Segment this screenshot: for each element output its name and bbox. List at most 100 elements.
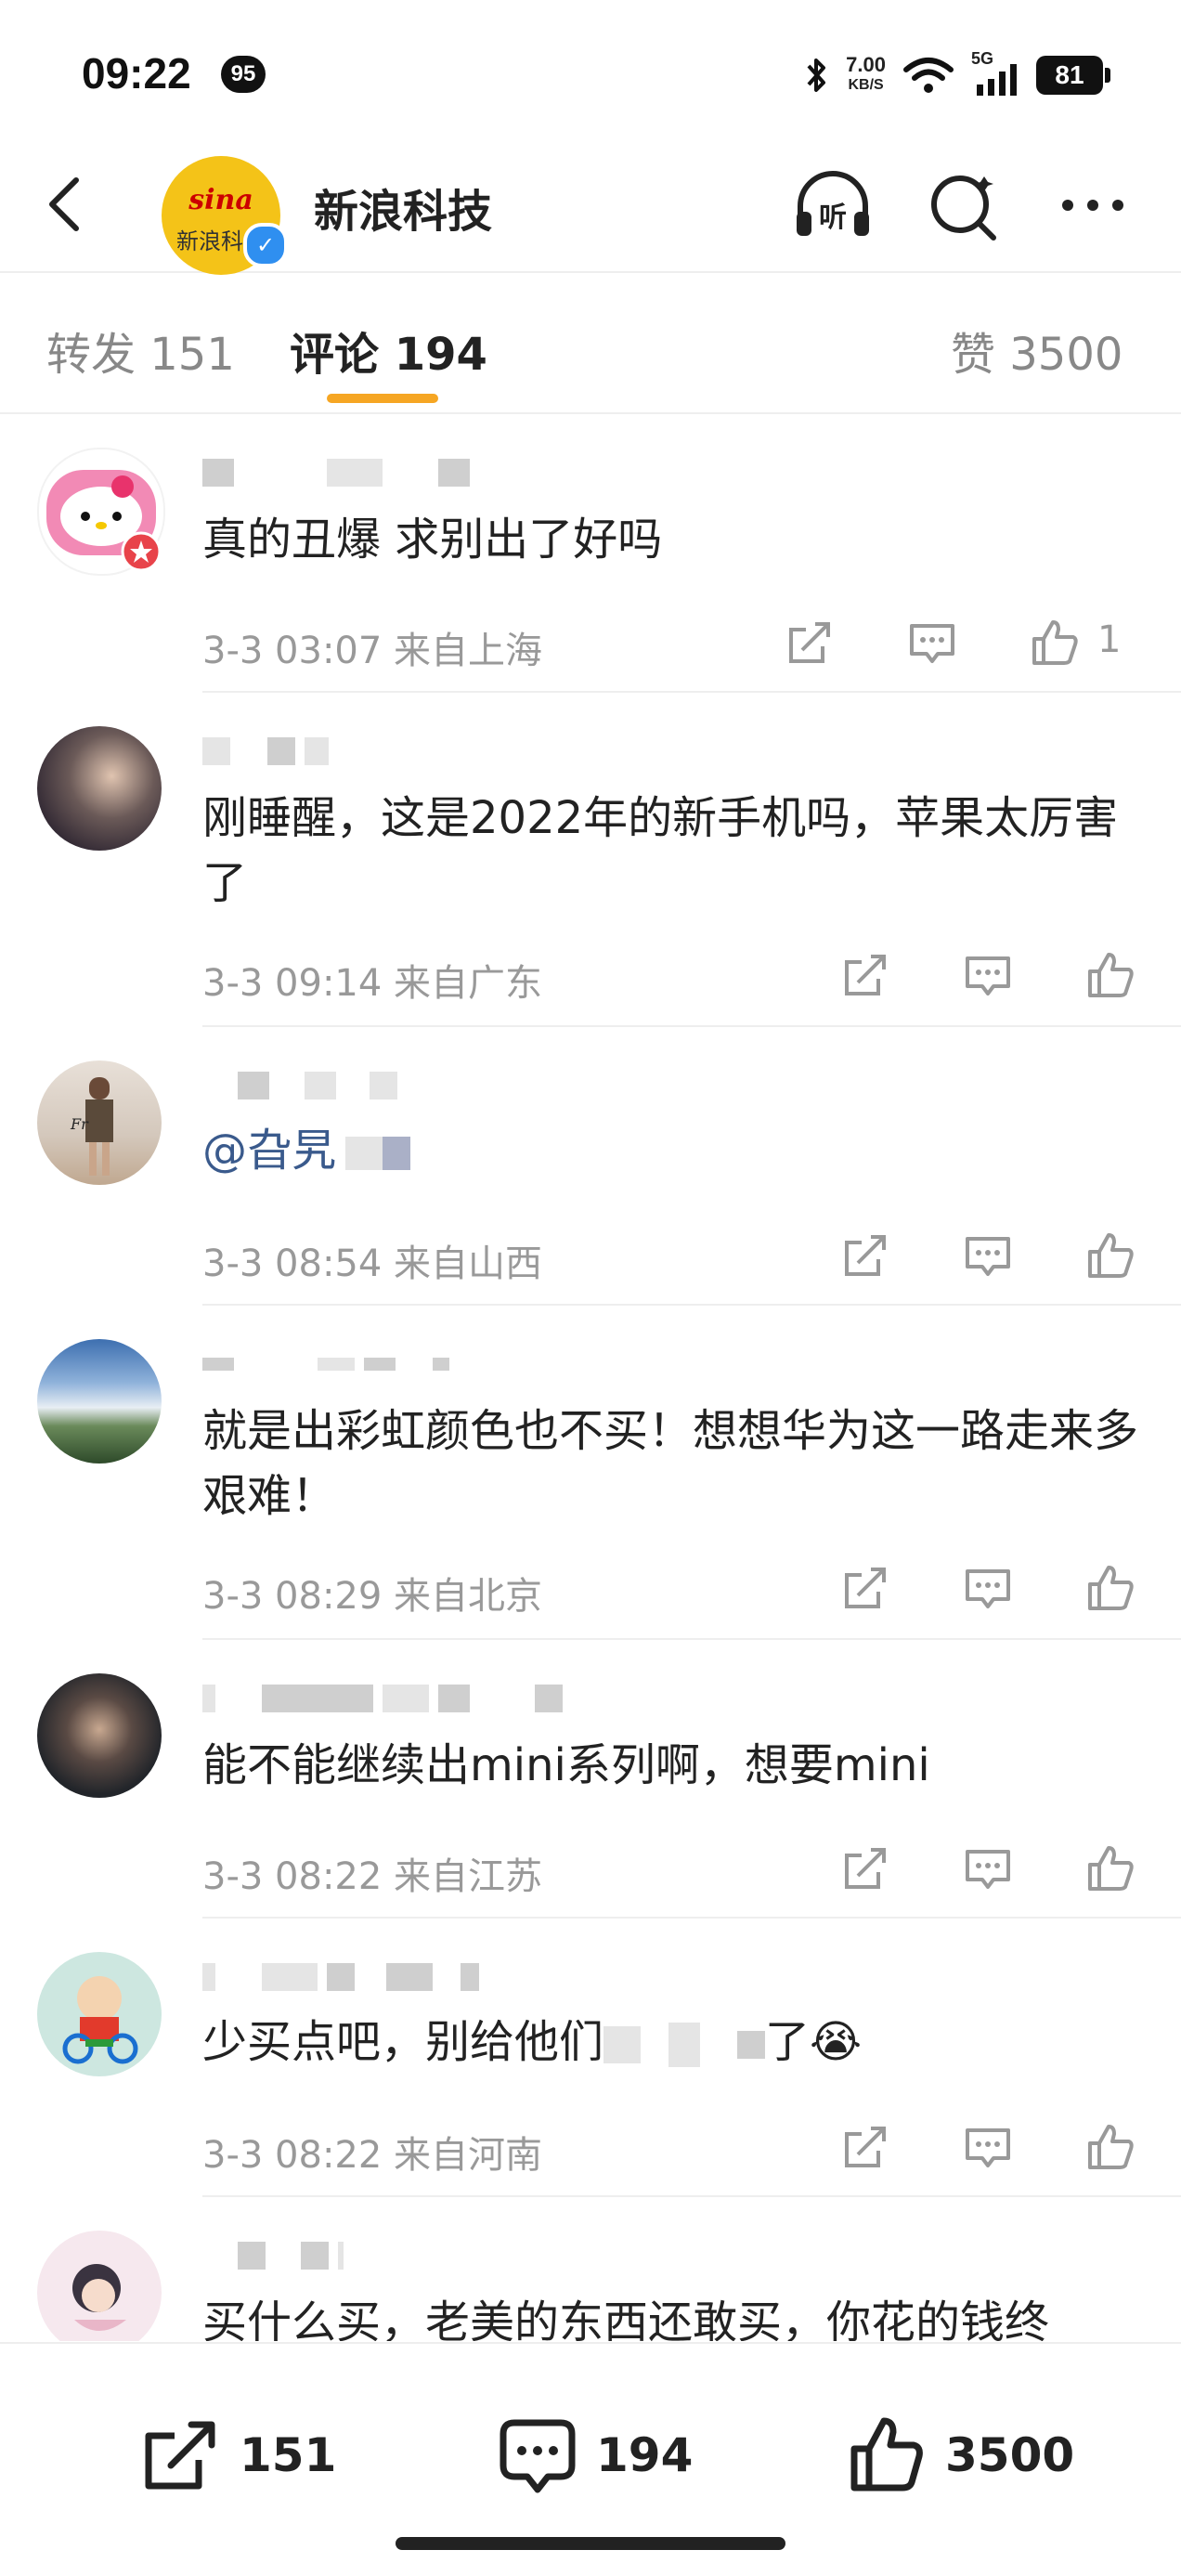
comment-text-end: 了😭 [765, 2016, 863, 2068]
comment-actions: 1 [782, 615, 1144, 670]
comment-count: 194 [596, 2428, 694, 2482]
reply-icon[interactable] [960, 1841, 1016, 1896]
network-speed-unit: KB/S [848, 77, 884, 93]
home-indicator[interactable] [396, 2537, 785, 2550]
like-icon[interactable] [1083, 947, 1138, 1003]
more-options-icon[interactable] [1051, 163, 1135, 247]
comment-item: 少买点吧，别给他们 了😭 3-3 08:22 来自河南 [0, 1919, 1181, 2197]
comment-list[interactable]: 真的丑爆 求别出了好吗 3-3 03:07 来自上海 1 刚睡醒，这是2022年… [0, 414, 1181, 2341]
comment-text: 刚睡醒，这是2022年的新手机吗，苹果太厉害了 [202, 792, 1119, 909]
comment-time: 3-3 08:54 [202, 1242, 383, 1285]
share-icon[interactable] [837, 2119, 893, 2175]
battery-indicator: 81 [1036, 56, 1110, 95]
reply-icon[interactable] [960, 2119, 1016, 2175]
comment-location: 来自江苏 [394, 1855, 543, 1898]
comment-location: 来自上海 [394, 630, 543, 672]
tab-bar: 转发 151 评论 194 赞 3500 [0, 273, 1181, 414]
tab-comments[interactable]: 评论 194 [290, 318, 487, 383]
comment-time: 3-3 09:14 [202, 962, 383, 1005]
account-name[interactable]: 新浪科技 [314, 175, 492, 240]
like-icon[interactable] [1083, 1228, 1138, 1283]
clock: 09:22 [82, 49, 191, 98]
comment-time: 3-3 03:07 [202, 630, 383, 672]
comment-item: 刚睡醒，这是2022年的新手机吗，苹果太厉害了 3-3 09:14 来自广东 [0, 693, 1181, 1027]
anime-avatar-image [72, 2264, 126, 2331]
commenter-name-redacted[interactable] [202, 1961, 479, 1993]
bluetooth-icon [807, 59, 826, 92]
reply-icon[interactable] [904, 615, 960, 670]
back-arrow-icon[interactable] [37, 167, 93, 241]
comment-actions [837, 1228, 1144, 1283]
comment-meta: 3-3 08:29 来自北京 [202, 1566, 542, 1620]
svg-text:听: 听 [819, 202, 847, 234]
comment-location: 来自广东 [394, 962, 543, 1005]
network-speed: 7.00 KB/S [846, 55, 886, 96]
commenter-avatar[interactable] [37, 726, 162, 851]
reply-icon[interactable] [960, 1560, 1016, 1616]
comment-actions [837, 1841, 1144, 1896]
member-badge-icon [121, 531, 162, 572]
like-button[interactable]: 3500 [845, 2409, 1074, 2502]
commenter-avatar[interactable] [37, 1339, 162, 1464]
commenter-name-redacted[interactable] [202, 1348, 449, 1380]
signal-bars-icon [977, 64, 1017, 96]
verified-badge-icon: ✓ [243, 223, 288, 267]
comment-location: 来自北京 [394, 1575, 543, 1618]
comment-item: 买什么买，老美的东西还敢买，你花的钱终 [0, 2197, 1181, 2341]
commenter-avatar[interactable] [37, 1673, 162, 1798]
commenter-name-redacted[interactable] [202, 735, 329, 767]
svg-text:Fr: Fr [70, 1115, 89, 1133]
comment-actions [837, 2119, 1144, 2175]
commenter-avatar[interactable] [37, 1952, 162, 2076]
active-tab-indicator [327, 394, 438, 403]
repost-button[interactable]: 151 [139, 2409, 336, 2502]
commenter-avatar[interactable] [37, 2231, 162, 2341]
comment-meta: 3-3 08:54 来自山西 [202, 1233, 542, 1287]
like-icon[interactable] [1083, 1841, 1138, 1896]
comment-item: 真的丑爆 求别出了好吗 3-3 03:07 来自上海 1 [0, 414, 1181, 693]
share-icon[interactable] [782, 615, 837, 670]
like-icon[interactable] [1083, 2119, 1138, 2175]
network-speed-value: 7.00 [846, 53, 886, 76]
share-icon[interactable] [837, 947, 893, 1003]
comment-text: 买什么买，老美的东西还敢买，你花的钱终 [202, 2296, 1050, 2341]
tab-likes[interactable]: 赞 3500 [951, 318, 1123, 383]
reply-icon[interactable] [960, 947, 1016, 1003]
comment-time: 3-3 08:29 [202, 1575, 383, 1618]
comment-meta: 3-3 03:07 来自上海 [202, 620, 542, 674]
comment-text: 少买点吧，别给他们 了😭 [202, 2010, 1140, 2075]
commenter-name-redacted[interactable] [202, 1070, 397, 1101]
listen-headphones-icon[interactable]: 听 [791, 163, 875, 247]
comment-item: Fr @旮旯 3-3 08:54 来自山西 [0, 1027, 1181, 1306]
comment-meta: 3-3 08:22 来自江苏 [202, 1846, 542, 1900]
mention-link[interactable]: @旮旯 [202, 1125, 336, 1177]
share-icon[interactable] [837, 1560, 893, 1616]
cartoon-avatar-image [62, 1976, 138, 2064]
commenter-name-redacted[interactable] [202, 2240, 344, 2271]
bottom-action-bar: 151 194 3500 [0, 2342, 1181, 2576]
like-icon[interactable] [1083, 1560, 1138, 1616]
comment-text: 能不能继续出mini系列啊，想要mini [202, 1739, 930, 1791]
repost-icon [145, 2421, 215, 2490]
sina-logo: sina [188, 184, 253, 216]
tab-repost[interactable]: 转发 151 [46, 318, 235, 383]
like-icon[interactable] [1027, 615, 1083, 670]
comment-time: 3-3 08:22 [202, 2134, 383, 2177]
comment-meta: 3-3 09:14 来自广东 [202, 953, 542, 1007]
commenter-avatar[interactable]: Fr [37, 1060, 162, 1185]
commenter-name-redacted[interactable] [202, 1683, 563, 1714]
thumbs-up-icon [850, 2417, 923, 2491]
comment-location: 来自河南 [394, 2134, 543, 2177]
share-icon[interactable] [837, 1228, 893, 1283]
comment-text: @旮旯 [202, 1118, 1140, 1183]
reply-icon[interactable] [960, 1228, 1016, 1283]
app-header: sina 新浪科技 ✓ 新浪科技 听 [0, 139, 1181, 275]
comment-item: 能不能继续出mini系列啊，想要mini 3-3 08:22 来自江苏 [0, 1640, 1181, 1919]
comment-text: 真的丑爆 求别出了好吗 [202, 514, 663, 566]
comment-meta: 3-3 08:22 来自河南 [202, 2125, 542, 2179]
commenter-name-redacted[interactable] [202, 457, 470, 488]
search-icon[interactable] [923, 163, 1006, 247]
comment-button[interactable]: 194 [496, 2409, 693, 2502]
share-icon[interactable] [837, 1841, 893, 1896]
like-count-total: 3500 [945, 2428, 1075, 2482]
